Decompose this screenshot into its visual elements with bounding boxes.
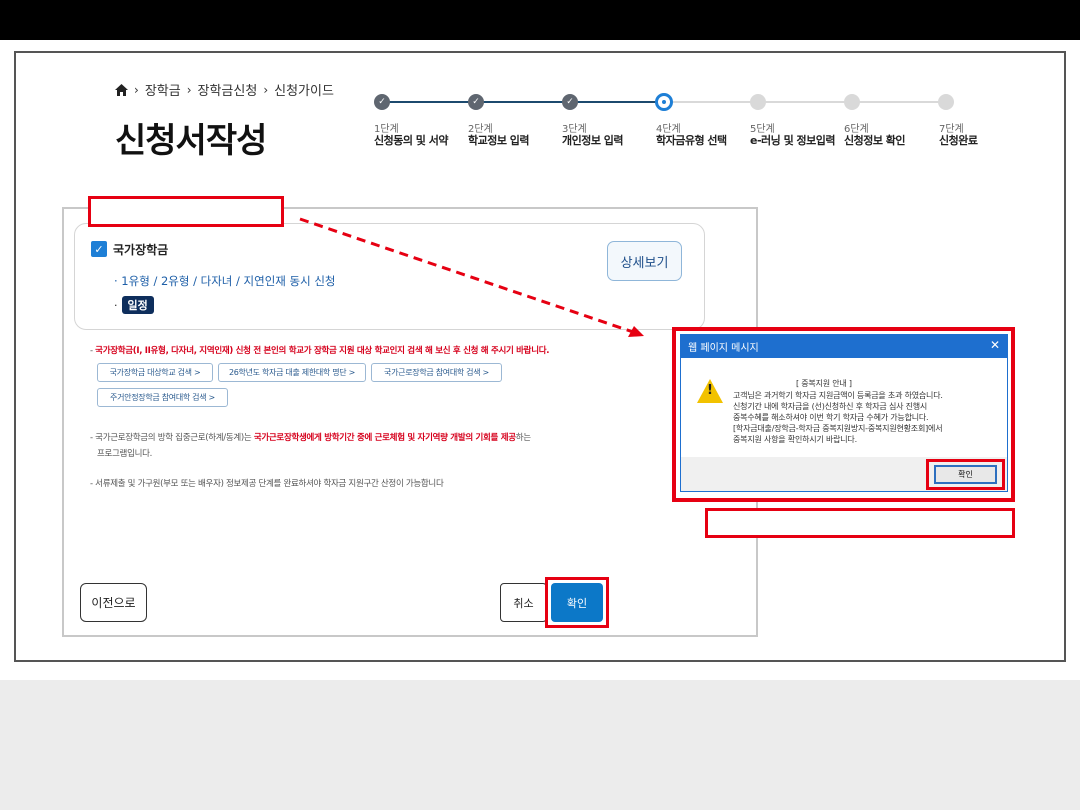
dialog-title: 웹 페이지 메시지 bbox=[680, 334, 1008, 358]
step-2-check-icon: ✓ bbox=[468, 94, 484, 110]
notice-school-search: - 국가장학금(I, II유형, 다자녀, 지역인재) 신청 전 본인의 학교가… bbox=[90, 344, 549, 356]
dialog-heading: [ 중복지원 안내 ] bbox=[796, 379, 852, 388]
dialog-line: 신청기간 내에 학자금을 (선)신청하신 후 학자금 심사 진행시 bbox=[733, 402, 928, 411]
step-3-name: 개인정보 입력 bbox=[562, 134, 624, 147]
prev-button[interactable]: 이전으로 bbox=[80, 583, 147, 622]
notice-text: 하는 bbox=[515, 433, 531, 443]
annotation-box-empty bbox=[88, 196, 284, 227]
step-1-check-icon: ✓ bbox=[374, 94, 390, 110]
notice-text: - 국가근로장학금의 방학 집중근로(하계/동계)는 bbox=[90, 433, 254, 443]
step-5-name: e-러닝 및 정보입력 bbox=[750, 134, 836, 147]
annotation-box-confirm bbox=[545, 577, 609, 628]
stepper-progress-line bbox=[382, 101, 664, 103]
breadcrumb: › 장학금 › 장학금신청 › 신청가이드 bbox=[115, 80, 334, 99]
notice-red-text: 국가근로장학생에게 방학기간 중에 근로체험 및 자기역량 개발의 기회를 제공 bbox=[253, 433, 516, 443]
breadcrumb-item[interactable]: 장학금신청 bbox=[198, 80, 258, 99]
top-black-bar bbox=[0, 0, 1080, 40]
link-work-study-search[interactable]: 국가근로장학금 참여대학 검색 > bbox=[371, 363, 502, 382]
step-1-name: 신청동의 및 서약 bbox=[374, 134, 449, 147]
detail-button[interactable]: 상세보기 bbox=[607, 241, 682, 281]
scholarship-title: 국가장학금 bbox=[113, 243, 169, 257]
link-loan-restricted-list[interactable]: 26학년도 학자금 대출 제한대학 명단 > bbox=[218, 363, 366, 382]
step-4-current-icon bbox=[655, 93, 673, 111]
step-6-dot-icon bbox=[844, 94, 860, 110]
dialog-line: 중복지원 사항을 확인하시기 바랍니다. bbox=[733, 435, 857, 444]
scholarship-checkbox[interactable]: ✓ bbox=[91, 241, 107, 257]
bullet: · bbox=[114, 298, 118, 312]
schedule-badge[interactable]: 일정 bbox=[121, 296, 154, 314]
step-3-check-icon: ✓ bbox=[562, 94, 578, 110]
annotation-box-dialog-ok bbox=[926, 459, 1005, 490]
chevron-right-icon: › bbox=[134, 82, 139, 97]
notice-work-study: - 국가근로장학금의 방학 집중근로(하계/동계)는 국가근로장학생에게 방학기… bbox=[90, 431, 531, 443]
breadcrumb-item[interactable]: 신청가이드 bbox=[274, 80, 334, 99]
step-2-name: 학교정보 입력 bbox=[468, 134, 530, 147]
chevron-right-icon: › bbox=[263, 82, 269, 97]
warning-mark: ! bbox=[707, 383, 713, 398]
stepper-remaining-line bbox=[664, 101, 946, 103]
dialog-line: 고객님은 과거학기 학자금 지원금액이 등록금을 초과 하였습니다. bbox=[733, 391, 943, 400]
chevron-right-icon: › bbox=[186, 82, 192, 97]
schedule-row: · 일정 bbox=[114, 296, 154, 314]
breadcrumb-item[interactable]: 장학금 bbox=[145, 80, 181, 99]
step-7-dot-icon bbox=[938, 94, 954, 110]
step-5-dot-icon bbox=[750, 94, 766, 110]
link-housing-search[interactable]: 주거안정장학금 참여대학 검색 > bbox=[97, 388, 228, 407]
page-title: 신청서작성 bbox=[115, 121, 267, 161]
step-7-name: 신청완료 bbox=[939, 134, 978, 147]
annotation-box-empty bbox=[705, 508, 1015, 538]
step-4-name: 학자금유형 선택 bbox=[656, 134, 727, 147]
link-target-school-search[interactable]: 국가장학금 대상학교 검색 > bbox=[97, 363, 213, 382]
dialog-line: [학자금대출/장학금-학자금 중복지원방지-중복지원현황조회]에서 bbox=[733, 424, 943, 433]
dialog-line: 중복수혜를 해소하셔야 이번 학기 학자금 수혜가 가능합니다. bbox=[733, 413, 929, 422]
notice-red-text: 국가장학금(I, II유형, 다자녀, 지역인재) 신청 전 본인의 학교가 장… bbox=[95, 346, 550, 356]
step-6-name: 신청정보 확인 bbox=[844, 134, 906, 147]
notice-documents: - 서류제출 및 가구원(부모 또는 배우자) 정보제공 단계를 완료하셔야 학… bbox=[90, 479, 444, 489]
home-icon[interactable] bbox=[115, 83, 128, 96]
cancel-button[interactable]: 취소 bbox=[500, 583, 547, 622]
close-icon[interactable]: ✕ bbox=[990, 338, 1000, 352]
notice-work-study-cont: 프로그램입니다. bbox=[97, 449, 153, 459]
scholarship-types: · 1유형 / 2유형 / 다자녀 / 지연인재 동시 신청 bbox=[114, 274, 336, 288]
